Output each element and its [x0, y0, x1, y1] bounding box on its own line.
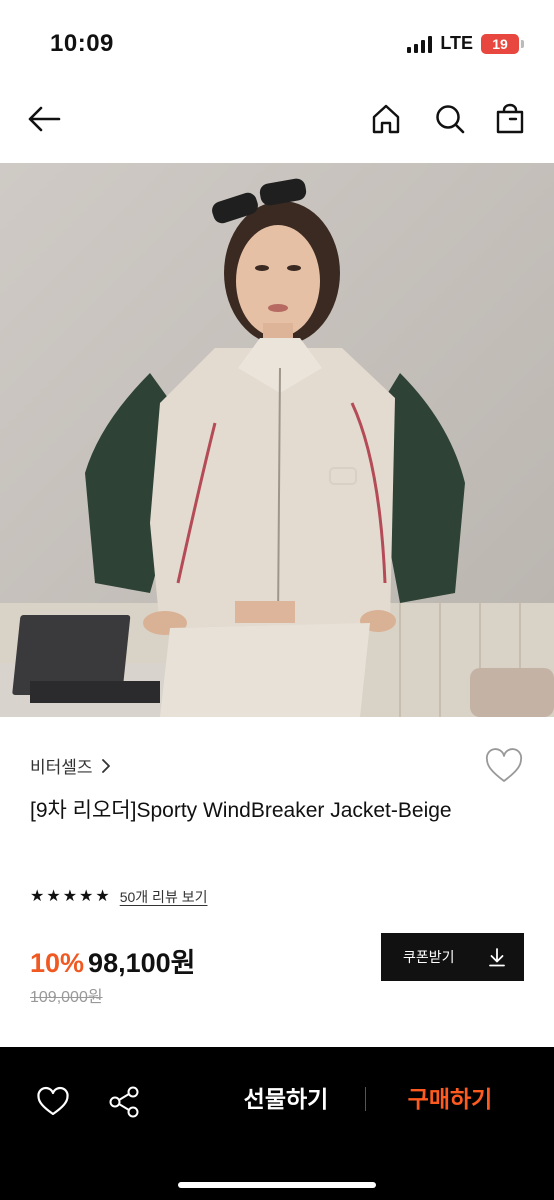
star-icon: ★ — [95, 888, 110, 905]
review-link[interactable]: 50개 리뷰 보기 — [120, 887, 208, 907]
product-detail-screen: 10:09 LTE 19 비터셀즈 [9차 리오더]Sporty WindBre… — [0, 0, 554, 1200]
rating-row: ★ ★ ★ ★ ★ 50개 리뷰 보기 — [30, 887, 207, 907]
share-icon — [109, 1086, 139, 1118]
sale-price: 98,100원 — [88, 948, 196, 978]
home-indicator — [178, 1182, 376, 1188]
price-row: 10% 98,100원 — [30, 941, 195, 980]
network-label: LTE — [440, 33, 473, 53]
coupon-download-button[interactable]: 쿠폰받기 — [381, 933, 524, 981]
download-icon — [489, 948, 505, 967]
star-icon: ★ — [46, 888, 61, 905]
product-photo-illustration — [0, 163, 554, 717]
bottom-action-bar: 선물하기 구매하기 — [0, 1047, 554, 1200]
product-title: [9차 리오더]Sporty WindBreaker Jacket-Beige — [30, 799, 452, 822]
home-icon — [372, 104, 400, 134]
wishlist-button[interactable] — [484, 747, 524, 787]
share-button[interactable] — [102, 1080, 146, 1124]
brand-link[interactable]: 비터셀즈 — [30, 753, 111, 778]
brand-name: 비터셀즈 — [30, 758, 93, 777]
cart-button[interactable] — [488, 97, 532, 141]
shopping-bag-icon — [496, 103, 524, 134]
battery-icon: 19 — [481, 33, 519, 54]
buy-button[interactable]: 구매하기 — [390, 1079, 510, 1119]
star-rating: ★ ★ ★ ★ ★ — [30, 889, 110, 905]
status-indicators: LTE 19 — [407, 33, 524, 54]
status-time: 10:09 — [50, 30, 114, 57]
coupon-label: 쿠폰받기 — [403, 949, 455, 965]
battery-percent: 19 — [492, 35, 508, 52]
status-bar: 10:09 LTE 19 — [0, 0, 554, 80]
star-icon: ★ — [30, 888, 45, 905]
bottom-wishlist-button[interactable] — [31, 1080, 75, 1124]
heart-icon — [485, 748, 523, 782]
action-divider — [365, 1087, 366, 1111]
top-nav-bar — [0, 80, 554, 162]
star-icon: ★ — [62, 888, 78, 905]
back-button[interactable] — [22, 97, 66, 141]
signal-icon — [407, 35, 433, 53]
chevron-right-icon — [101, 758, 110, 773]
product-info: 비터셀즈 [9차 리오더]Sporty WindBreaker Jacket-B… — [0, 717, 554, 1047]
gift-button[interactable]: 선물하기 — [226, 1079, 346, 1119]
battery-cap — [521, 39, 524, 48]
search-button[interactable] — [428, 97, 472, 141]
home-button[interactable] — [364, 97, 408, 141]
original-price: 109,000원 — [30, 989, 103, 1006]
search-icon — [436, 105, 465, 134]
product-image[interactable] — [0, 163, 554, 717]
arrow-left-icon — [28, 106, 61, 132]
heart-icon — [37, 1086, 69, 1116]
star-icon: ★ — [79, 888, 94, 905]
discount-rate: 10% — [30, 948, 85, 978]
